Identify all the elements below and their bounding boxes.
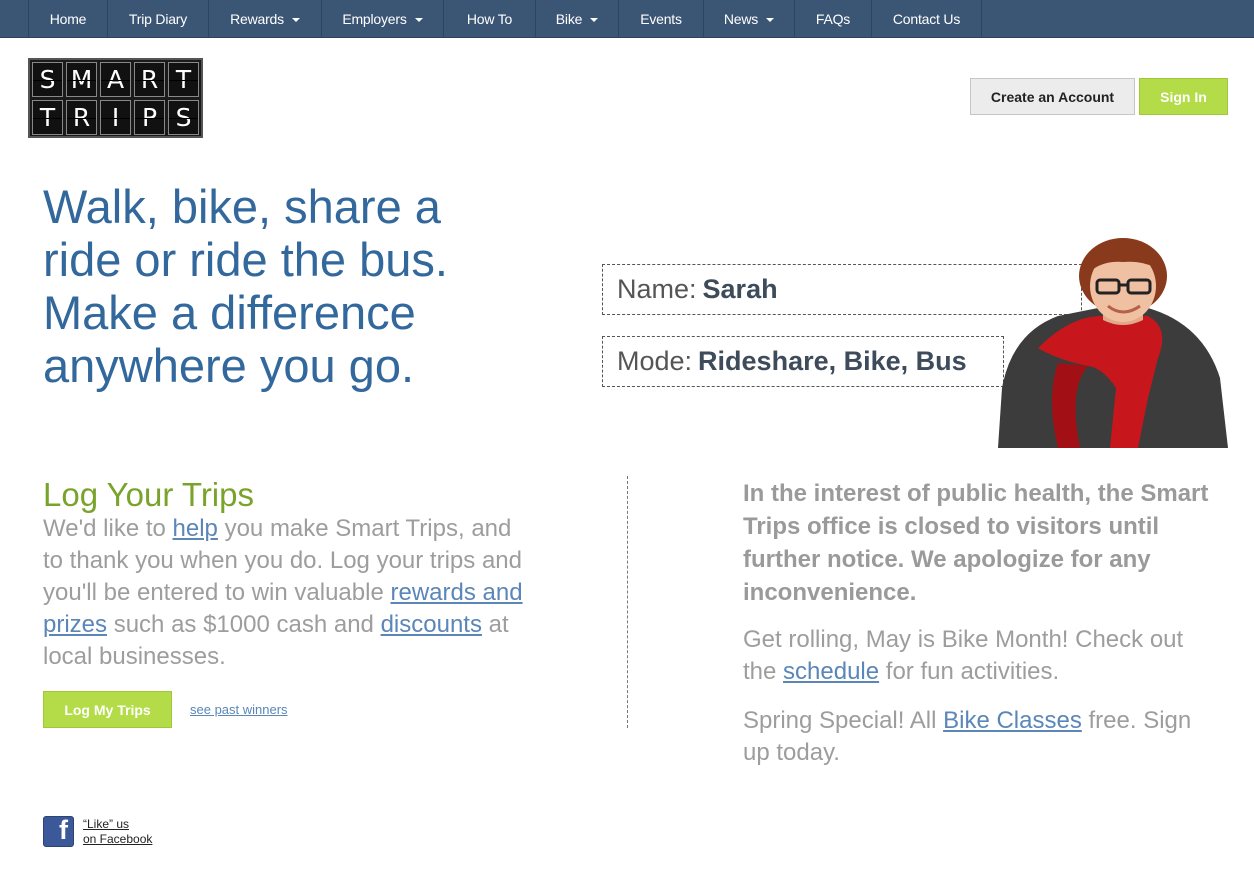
caret-down-icon: [590, 17, 599, 22]
nav-item-rewards[interactable]: Rewards: [209, 0, 322, 38]
nav-item-contact-us[interactable]: Contact Us: [872, 0, 982, 38]
caret-down-icon: [766, 17, 775, 22]
logo-row-trips: T R I P S: [32, 100, 199, 135]
profile-photo: [998, 238, 1228, 448]
nav-label: Home: [49, 11, 87, 27]
logo-letter: M: [66, 62, 97, 97]
facebook-icon[interactable]: f: [43, 816, 74, 847]
hero-line: Walk, bike, share a: [43, 180, 441, 233]
facebook-line: “Like” us: [83, 817, 130, 831]
facebook-line: on Facebook: [83, 832, 153, 846]
nav-label: News: [723, 11, 759, 27]
nav-menu: Home Trip Diary Rewards Employers How To…: [28, 0, 982, 38]
smart-trips-logo[interactable]: S M A R T T R I P S: [28, 58, 203, 138]
nav-label: Employers: [342, 11, 407, 27]
mode-label: Mode:: [617, 346, 693, 376]
log-text-part: such as $1000 cash and: [107, 611, 381, 638]
discounts-link[interactable]: discounts: [381, 611, 482, 638]
nav-item-employers[interactable]: Employers: [322, 0, 444, 38]
log-my-trips-button[interactable]: Log My Trips: [43, 691, 172, 728]
notice-text-part: Spring Special! All: [743, 707, 944, 734]
facebook-like-link[interactable]: “Like” us on Facebook: [83, 817, 152, 847]
create-account-button[interactable]: Create an Account: [970, 78, 1135, 115]
nav-label: FAQs: [815, 11, 851, 27]
nav-item-bike[interactable]: Bike: [536, 0, 619, 38]
column-divider: [627, 476, 628, 728]
logo-row-smart: S M A R T: [32, 62, 199, 97]
nav-label: Events: [640, 11, 682, 27]
mode-value: Rideshare, Bike, Bus: [698, 346, 967, 376]
nav-item-trip-diary[interactable]: Trip Diary: [108, 0, 209, 38]
hero-headline: Walk, bike, share a ride or ride the bus…: [43, 180, 563, 392]
nav-label: How To: [466, 11, 513, 27]
log-trips-description: We'd like to help you make Smart Trips, …: [43, 513, 523, 673]
spring-special-notice: Spring Special! All Bike Classes free. S…: [743, 705, 1223, 769]
caret-down-icon: [414, 17, 423, 22]
nav-item-news[interactable]: News: [704, 0, 795, 38]
hero-line: ride or ride the bus.: [43, 233, 448, 286]
logo-letter: A: [100, 62, 131, 97]
logo-letter: T: [168, 62, 199, 97]
nav-item-events[interactable]: Events: [619, 0, 704, 38]
bike-month-notice: Get rolling, May is Bike Month! Check ou…: [743, 624, 1223, 688]
nav-label: Bike: [555, 11, 583, 27]
nav-label: Rewards: [230, 11, 284, 27]
notice-text-part: for fun activities.: [879, 658, 1060, 685]
bike-classes-link[interactable]: Bike Classes: [943, 707, 1082, 734]
nav-item-how-to[interactable]: How To: [444, 0, 536, 38]
nav-label: Trip Diary: [128, 11, 188, 27]
name-label: Name:: [617, 274, 697, 304]
past-winners-link[interactable]: see past winners: [190, 702, 288, 717]
hero-line: anywhere you go.: [43, 339, 415, 392]
schedule-link[interactable]: schedule: [783, 658, 879, 685]
log-text-part: We'd like to: [43, 515, 173, 542]
office-closed-notice: In the interest of public health, the Sm…: [743, 480, 1209, 606]
hero-line: Make a difference: [43, 286, 416, 339]
logo-letter: P: [134, 100, 165, 135]
profile-mode-box: Mode: Rideshare, Bike, Bus: [602, 336, 1004, 387]
logo-letter: R: [134, 62, 165, 97]
logo-letter: S: [32, 62, 63, 97]
nav-label: Contact Us: [892, 11, 961, 27]
logo-letter: R: [66, 100, 97, 135]
sign-in-button[interactable]: Sign In: [1139, 78, 1228, 115]
log-trips-title: Log Your Trips: [43, 476, 254, 513]
logo-letter: T: [32, 100, 63, 135]
name-value: Sarah: [702, 274, 778, 304]
caret-down-icon: [291, 17, 300, 22]
help-link[interactable]: help: [173, 515, 218, 542]
top-navbar: Home Trip Diary Rewards Employers How To…: [0, 0, 1254, 38]
logo-letter: S: [168, 100, 199, 135]
nav-item-faqs[interactable]: FAQs: [795, 0, 872, 38]
nav-item-home[interactable]: Home: [29, 0, 108, 38]
logo-letter: I: [100, 100, 131, 135]
